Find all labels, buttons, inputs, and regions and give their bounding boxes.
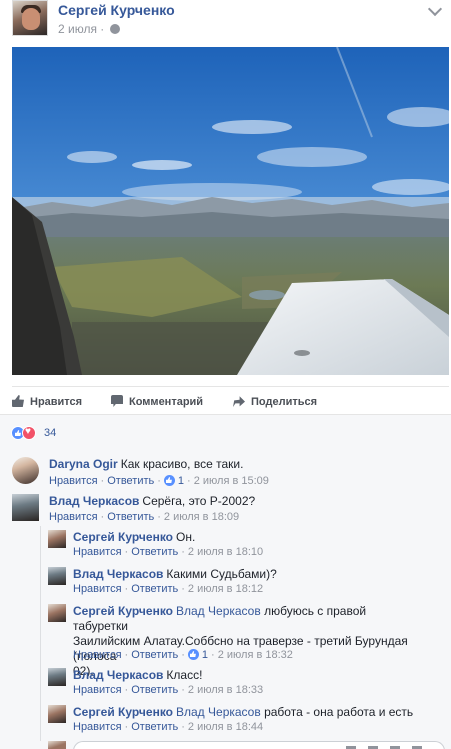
post-date[interactable]: 2 июля xyxy=(58,22,97,36)
comment-author[interactable]: Сергей Курченко xyxy=(73,530,173,544)
comment-reply-link[interactable]: Ответить xyxy=(131,583,178,595)
reply-thread-line xyxy=(40,526,41,741)
comment-body: Сергей Курченко Он. xyxy=(73,530,195,545)
comment-author[interactable]: Влад Черкасов xyxy=(73,567,163,581)
comment-item: Влад Черкасов Серёга, это Р-2002? Нравитс… xyxy=(12,494,442,528)
comment-text: работа - она работа и есть xyxy=(264,705,414,719)
comment-actions: Нравится · Ответить · 2 июля в 18:44 xyxy=(73,721,264,733)
comment-timestamp[interactable]: 2 июля в 15:09 xyxy=(194,475,269,487)
reactions-summary: 34 xyxy=(0,414,451,449)
comment-actions: Нравится · Ответить · 2 июля в 18:12 xyxy=(73,583,264,595)
comment-reply-link[interactable]: Ответить xyxy=(107,511,154,523)
comment-actions: Нравится · Ответить · 2 июля в 18:33 xyxy=(73,684,264,696)
comment-timestamp[interactable]: 2 июля в 18:09 xyxy=(164,511,239,523)
comment-timestamp[interactable]: 2 июля в 18:44 xyxy=(188,721,263,733)
post-header: Сергей Курченко 2 июля · xyxy=(12,0,443,44)
speech-bubble-icon xyxy=(111,395,123,407)
avatar[interactable] xyxy=(12,494,39,521)
comment-timestamp[interactable]: 2 июля в 18:32 xyxy=(218,649,293,661)
photo-scene xyxy=(12,47,449,375)
comment-reply-link[interactable]: Ответить xyxy=(107,475,154,487)
comment-timestamp[interactable]: 2 июля в 18:33 xyxy=(188,684,263,696)
comment-body: Влад Черкасов Серёга, это Р-2002? xyxy=(49,494,255,509)
reply-item: Сергей Курченко Влад Черкасов работа - он… xyxy=(48,705,443,737)
comment-reply-link[interactable]: Ответить xyxy=(131,649,178,661)
comment-timestamp[interactable]: 2 июля в 18:10 xyxy=(188,546,263,558)
comment-reply-link[interactable]: Ответить xyxy=(131,546,178,558)
comment-author[interactable]: Сергей Курченко xyxy=(73,604,173,618)
avatar[interactable] xyxy=(48,567,66,585)
avatar[interactable] xyxy=(48,705,66,723)
love-reaction-icon[interactable] xyxy=(22,426,36,440)
comment-timestamp[interactable]: 2 июля в 18:12 xyxy=(188,583,263,595)
share-button[interactable]: Поделиться xyxy=(233,395,317,408)
post-action-bar: Нравится Комментарий Поделиться xyxy=(12,386,449,416)
comment-like-link[interactable]: Нравится xyxy=(49,475,98,487)
comment-text: Он. xyxy=(176,530,196,544)
avatar[interactable] xyxy=(48,668,66,686)
comment-body: Влад Черкасов Какими Судьбами)? xyxy=(73,567,277,582)
comment-text: Как красиво, все таки. xyxy=(120,457,244,471)
share-arrow-icon xyxy=(233,396,245,407)
reply-composer xyxy=(48,738,451,749)
avatar-face xyxy=(22,8,40,30)
comment-like-link[interactable]: Нравится xyxy=(73,583,122,595)
post-photo[interactable] xyxy=(12,47,449,375)
comment-actions: Нравится · Ответить · 1 · 2 июля в 15:09 xyxy=(49,475,269,487)
comment-item: Daryna Ogir Как красиво, все таки. Нравит… xyxy=(12,457,442,493)
avatar xyxy=(48,741,66,749)
comment-body: Влад Черкасов Класс! xyxy=(73,668,202,683)
reply-item: Влад Черкасов Какими Судьбами)? Нравится ·… xyxy=(48,567,443,599)
comment-body: Daryna Ogir Как красиво, все таки. xyxy=(49,457,243,472)
comment-actions: Нравится · Ответить · 2 июля в 18:10 xyxy=(73,546,264,558)
like-button[interactable]: Нравится xyxy=(12,395,82,408)
comment-author[interactable]: Daryna Ogir xyxy=(49,457,118,471)
comment-actions: Нравится · Ответить · 1 · 2 июля в 18:32 xyxy=(73,649,293,661)
comment-like-link[interactable]: Нравится xyxy=(73,721,122,733)
comment-author[interactable]: Влад Черкасов xyxy=(73,668,163,682)
globe-icon xyxy=(109,24,120,34)
reply-item: Сергей Курченко Он. Нравится · Ответить · 2 и… xyxy=(48,530,443,562)
comment-author[interactable]: Сергей Курченко xyxy=(73,705,173,719)
like-count-icon xyxy=(187,649,199,660)
chevron-down-icon[interactable] xyxy=(427,1,443,17)
reaction-count[interactable]: 34 xyxy=(44,427,56,439)
avatar[interactable] xyxy=(12,457,39,484)
reply-item: Сергей Курченко Влад Черкасов любуюсь с п… xyxy=(48,604,443,678)
comment-reply-link[interactable]: Ответить xyxy=(131,684,178,696)
post-meta: 2 июля · xyxy=(58,22,120,36)
comment-like-count[interactable]: 1 xyxy=(178,475,184,487)
comment-author[interactable]: Влад Черкасов xyxy=(49,494,139,508)
like-count-icon xyxy=(163,475,175,486)
reply-item: Влад Черкасов Класс! Нравится · Ответить · 2 … xyxy=(48,668,443,700)
comment-text: Серёга, это Р-2002? xyxy=(142,494,256,508)
comment-like-count[interactable]: 1 xyxy=(202,649,208,661)
comment-like-link[interactable]: Нравится xyxy=(73,684,122,696)
mention-link[interactable]: Влад Черкасов xyxy=(176,604,261,618)
comment-reply-link[interactable]: Ответить xyxy=(131,721,178,733)
comment-text: Какими Судьбами)? xyxy=(166,567,277,581)
comments-section: Daryna Ogir Как красиво, все таки. Нравит… xyxy=(0,449,451,749)
post-author-name[interactable]: Сергей Курченко xyxy=(58,2,175,18)
author-avatar[interactable] xyxy=(12,0,48,36)
comment-actions: Нравится · Ответить · 2 июля в 18:09 xyxy=(49,511,240,523)
mention-link[interactable]: Влад Черкасов xyxy=(176,705,261,719)
reply-input[interactable] xyxy=(73,741,445,749)
comment-like-link[interactable]: Нравится xyxy=(73,546,122,558)
comment-like-link[interactable]: Нравится xyxy=(73,649,122,661)
comment-body: Сергей Курченко Влад Черкасов работа - он… xyxy=(73,705,413,720)
thumbs-up-icon xyxy=(12,395,24,407)
avatar[interactable] xyxy=(48,604,66,622)
comment-button[interactable]: Комментарий xyxy=(111,395,203,408)
avatar[interactable] xyxy=(48,530,66,548)
comment-text: Класс! xyxy=(166,668,203,682)
comment-like-link[interactable]: Нравится xyxy=(49,511,98,523)
